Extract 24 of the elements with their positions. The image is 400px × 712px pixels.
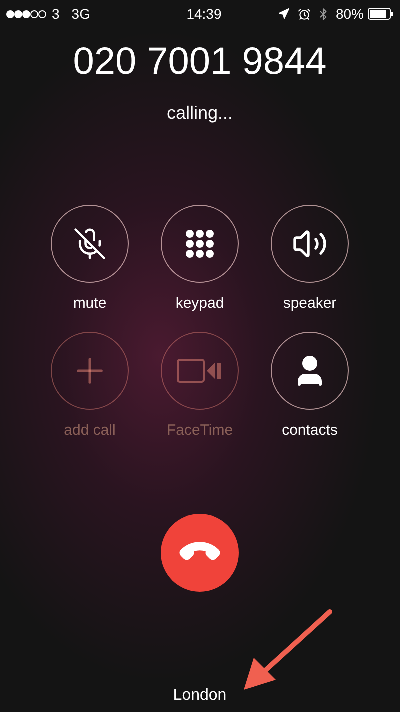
network-type: 3G [72,4,90,24]
call-option-button[interactable] [271,332,349,410]
carrier-name: 3 [52,4,60,24]
option-label: speaker [283,294,337,314]
option-label: add call [64,420,116,440]
option-label: keypad [176,294,224,314]
clock-time: 14:39 [186,4,223,24]
battery-icon [368,8,394,20]
option-label: contacts [282,420,338,440]
alarm-clock-icon [298,8,311,20]
phone-number: 020 7001 9844 [73,40,327,84]
keypad-icon [185,229,215,259]
muted-microphone-icon [73,227,107,261]
location-label: London [173,686,227,706]
option-label: FaceTime [166,420,234,440]
battery-percentage: 80% [336,4,364,24]
location-arrow-icon [278,8,290,20]
call-option-button[interactable] [51,205,129,283]
video-camera-icon [177,358,223,384]
signal-strength-icon [6,10,48,18]
call-option-button[interactable] [271,205,349,283]
call-option-button[interactable] [161,205,239,283]
option-label: mute [73,294,107,314]
call-status: calling... [166,102,234,125]
